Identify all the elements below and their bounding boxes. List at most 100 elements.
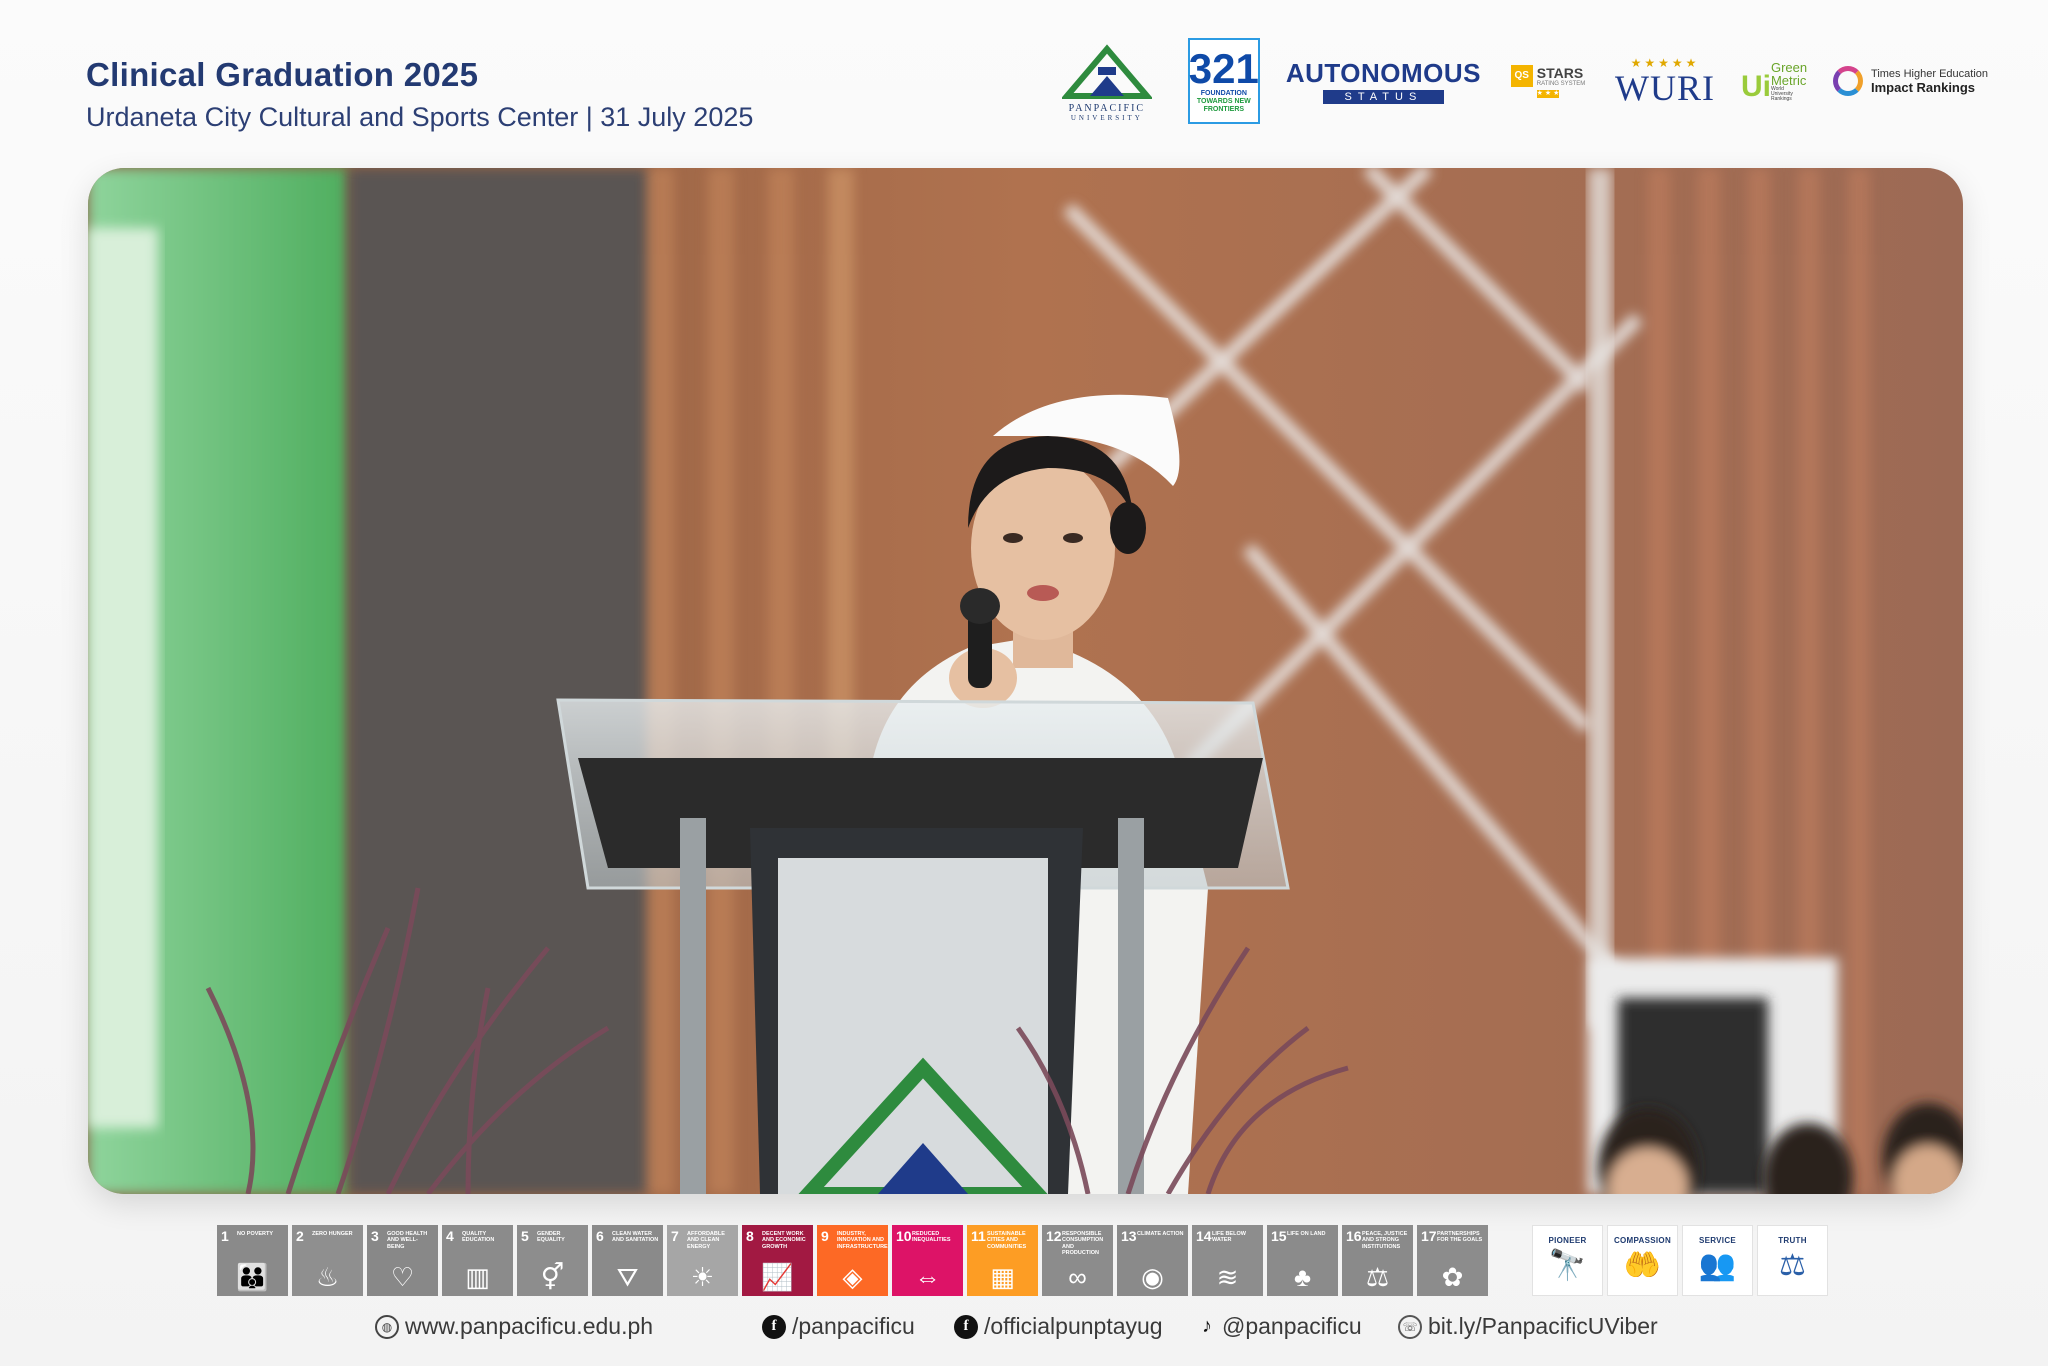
- sdg-number: 1: [221, 1228, 229, 1244]
- sdg-5-icon: ⚥: [540, 1262, 565, 1292]
- anniversary-line3: FRONTIERS: [1203, 105, 1245, 113]
- sdg-tile-6: 6 Clean Water and Sanitation ⛛: [592, 1225, 663, 1296]
- sdg-number: 3: [371, 1228, 379, 1244]
- facebook-icon: f: [762, 1314, 786, 1339]
- sdg-tile-1: 1 No Poverty 👪: [217, 1225, 288, 1296]
- sdg-label: Good Health and Well-Being: [387, 1231, 428, 1250]
- website-link[interactable]: ◍ www.panpacificu.edu.ph: [375, 1313, 653, 1340]
- qs-badge: QS: [1510, 64, 1533, 87]
- sdg-tile-12: 12 Responsible Consumption and Production…: [1042, 1225, 1113, 1296]
- greenmetric-tagline: World University Rankings: [1770, 85, 1793, 102]
- facebook-text-2: /officialpunptayug: [984, 1313, 1163, 1339]
- sdg-label: Gender Equality: [537, 1231, 565, 1244]
- autonomous-label: AUTONOMOUS: [1285, 58, 1482, 88]
- sdg-4-icon: ▥: [465, 1262, 490, 1292]
- sdg-16-icon: ⚖: [1365, 1262, 1390, 1292]
- sdg-3-icon: ♡: [390, 1262, 415, 1292]
- core-values-row: PIONEER 🔭 COMPASSION 🤲 SERVICE 👥 TRUTH ⚖: [1532, 1225, 1828, 1296]
- panpacific-logo: PANPACIFIC UNIVERSITY: [1052, 36, 1162, 126]
- the-line2: Impact Rankings: [1871, 79, 1976, 95]
- tiktok-link[interactable]: ♪ @panpacificu: [1198, 1313, 1362, 1340]
- sdg-6-icon: ⛛: [616, 1262, 639, 1292]
- sdg-label: Life on Land: [1287, 1231, 1326, 1237]
- sdg-number: 14: [1196, 1228, 1212, 1244]
- sdg-1-icon: 👪: [236, 1262, 269, 1292]
- sdg-number: 17: [1421, 1228, 1437, 1244]
- anniversary-logo: 321 FOUNDATION TOWARDS NEW FRONTIERS: [1187, 38, 1260, 124]
- sdg-label: Life Below Water: [1212, 1231, 1246, 1244]
- core-value-pioneer: PIONEER 🔭: [1532, 1225, 1603, 1296]
- greenmetric-ui: Ui: [1740, 69, 1771, 103]
- sdg-number: 8: [746, 1228, 754, 1244]
- page-subtitle: Urdaneta City Cultural and Sports Center…: [86, 102, 754, 132]
- sdg-tile-15: 15 Life on Land ♣: [1267, 1225, 1338, 1296]
- greenmetric-metric: Metric: [1770, 72, 1807, 88]
- sdg-8-icon: 📈: [761, 1262, 794, 1292]
- sdg-label: Industry, Innovation and Infrastructure: [837, 1231, 888, 1250]
- sdg-tile-3: 3 Good Health and Well-Being ♡: [367, 1225, 438, 1296]
- globe-icon: ◍: [375, 1314, 399, 1339]
- qs-star-bar: ★ ★ ★: [1536, 89, 1560, 98]
- sdg-label: Decent Work and Economic Growth: [762, 1231, 806, 1250]
- truth-icon: ⚖: [1779, 1249, 1806, 1282]
- sdg-17-icon: ✿: [1441, 1262, 1464, 1292]
- sdg-label: Responsible Consumption and Production: [1062, 1231, 1104, 1256]
- qs-rating-system: RATING SYSTEM: [1536, 80, 1586, 87]
- core-value-label: TRUTH: [1778, 1236, 1807, 1245]
- sdg-number: 16: [1346, 1228, 1362, 1244]
- sdg-tile-11: 11 Sustainable Cities and Communities ▦: [967, 1225, 1038, 1296]
- qs-stars-label: STARS: [1536, 64, 1584, 81]
- sdg-number: 13: [1121, 1228, 1137, 1244]
- sdg-tile-7: 7 Affordable and Clean Energy ☀: [667, 1225, 738, 1296]
- sdg-7-icon: ☀: [690, 1262, 715, 1292]
- sdg-label: Partnerships for the Goals: [1437, 1231, 1483, 1244]
- sdg-number: 15: [1271, 1228, 1287, 1244]
- sdg-number: 7: [671, 1228, 679, 1244]
- the-line1: Times Higher Education: [1871, 67, 1988, 80]
- sdg-tile-10: 10 Reduced Inequalities ⇔: [892, 1225, 963, 1296]
- facebook-icon: f: [954, 1314, 978, 1339]
- panpacific-emblem-icon: [1061, 43, 1152, 99]
- sdg-number: 10: [896, 1228, 912, 1244]
- wuri-logo: ★★★★★ WURI: [1615, 56, 1715, 106]
- panpacific-wordmark: PANPACIFIC: [1068, 102, 1146, 114]
- sdg-number: 12: [1046, 1228, 1062, 1244]
- anniversary-line2: TOWARDS NEW: [1196, 98, 1251, 106]
- compassion-icon: 🤲: [1623, 1249, 1662, 1282]
- core-value-label: PIONEER: [1548, 1236, 1587, 1245]
- sdg-13-icon: ◉: [1141, 1262, 1164, 1292]
- sdg-11-icon: ▦: [990, 1262, 1015, 1292]
- facebook-text-1: /panpacificu: [792, 1313, 915, 1339]
- greenmetric-green: Green: [1770, 59, 1808, 75]
- sdg-label: No Poverty: [237, 1231, 274, 1237]
- page-title: Clinical Graduation 2025: [86, 56, 479, 93]
- sdg-9-icon: ◈: [842, 1262, 863, 1292]
- sdg-label: Climate Action: [1137, 1231, 1184, 1237]
- viber-link[interactable]: ☏ bit.ly/PanpacificUViber: [1398, 1313, 1658, 1340]
- status-label: STATUS: [1322, 90, 1445, 104]
- sdg-tile-2: 2 Zero Hunger ♨: [292, 1225, 363, 1296]
- autonomous-status-logo: AUTONOMOUS STATUS: [1286, 58, 1481, 104]
- facebook-link-1[interactable]: f /panpacificu: [762, 1313, 915, 1340]
- panpacific-wordmark-sub: UNIVERSITY: [1070, 113, 1143, 122]
- core-value-label: SERVICE: [1698, 1236, 1737, 1245]
- sdg-number: 4: [446, 1228, 454, 1244]
- header: Clinical Graduation 2025 Urdaneta City C…: [86, 56, 753, 133]
- sdg-number: 2: [296, 1228, 304, 1244]
- viber-icon: ☏: [1398, 1314, 1422, 1339]
- sdg-15-icon: ♣: [1293, 1262, 1312, 1292]
- sdg-2-icon: ♨: [315, 1262, 340, 1292]
- sdg-tile-17: 17 Partnerships for the Goals ✿: [1417, 1225, 1488, 1296]
- sdg-label: Zero Hunger: [312, 1231, 353, 1237]
- pioneer-icon: 🔭: [1548, 1249, 1587, 1282]
- sdg-label: Peace, Justice and Strong Institutions: [1362, 1231, 1408, 1250]
- sdg-label: Quality Education: [462, 1231, 495, 1244]
- core-value-service: SERVICE 👥: [1682, 1225, 1753, 1296]
- sdg-tile-5: 5 Gender Equality ⚥: [517, 1225, 588, 1296]
- facebook-link-2[interactable]: f /officialpunptayug: [954, 1313, 1163, 1340]
- tiktok-text: @panpacificu: [1222, 1313, 1362, 1339]
- anniversary-number: 321: [1188, 45, 1259, 93]
- service-icon: 👥: [1698, 1249, 1737, 1282]
- sdg-label: Affordable and Clean Energy: [687, 1231, 725, 1250]
- website-text: www.panpacificu.edu.ph: [405, 1313, 654, 1339]
